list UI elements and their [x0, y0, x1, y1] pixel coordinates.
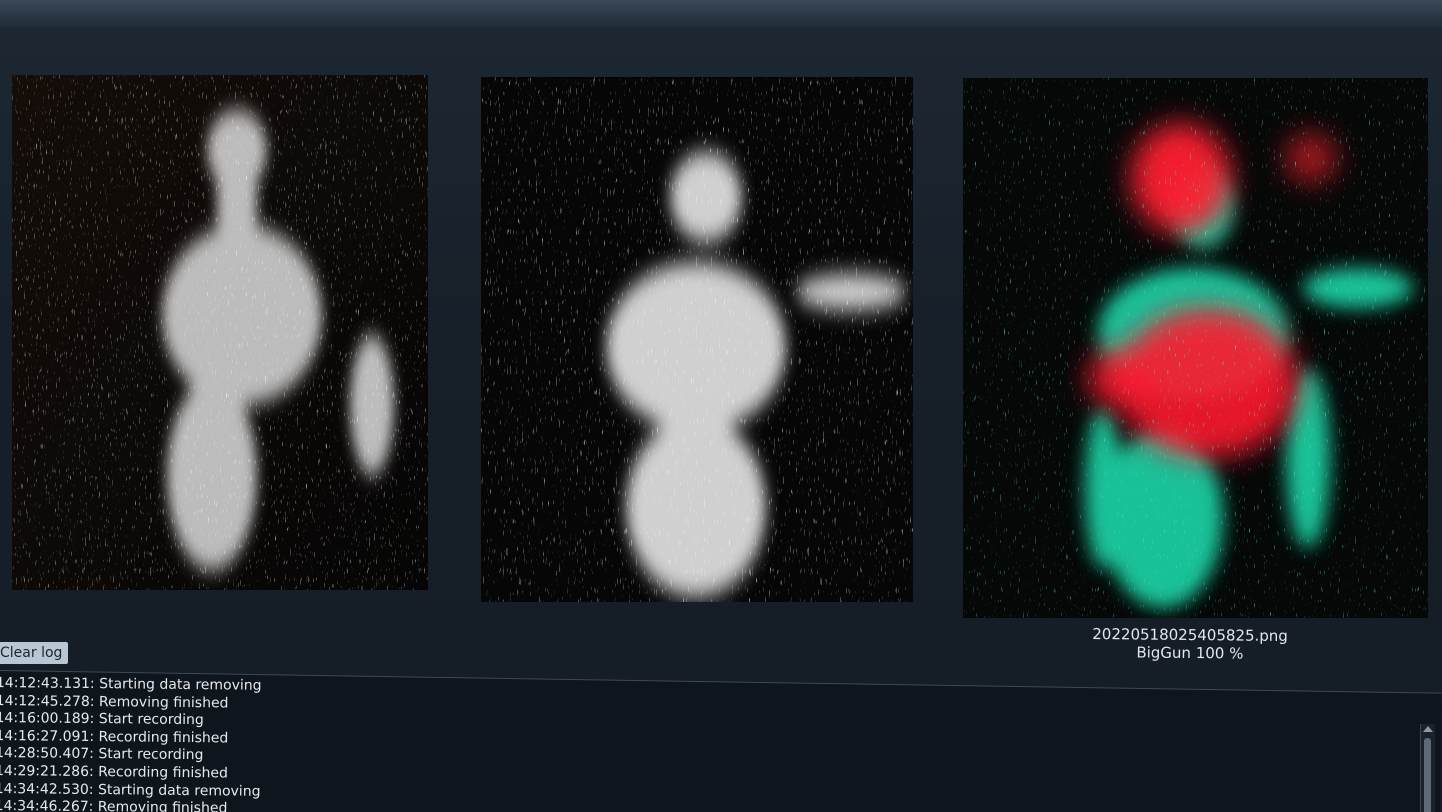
- log-entry: 14:34:46.267: Removing finished: [0, 798, 228, 812]
- chevron-up-icon[interactable]: [1423, 726, 1433, 732]
- detection-heatmap-image: [963, 78, 1428, 618]
- detection-overlay-panel: [963, 78, 1428, 618]
- log-list: 14:12:43.131: Starting data removing 14:…: [0, 675, 262, 812]
- log-scrollbar-thumb[interactable]: [1424, 738, 1431, 812]
- result-detection-label: BigGun 100 %: [1136, 643, 1244, 663]
- raw-scan-side-image: [481, 77, 913, 602]
- log-entry: 14:12:43.131: Starting data removing: [0, 675, 262, 694]
- log-entry: 14:29:21.286: Recording finished: [0, 762, 229, 782]
- raw-scan-side-panel: [481, 77, 913, 602]
- raw-scan-front-image: [12, 75, 428, 590]
- scanner-app-window: 20220518025405825.png BigGun 100 % Clear…: [0, 0, 1442, 812]
- window-top-bar: [0, 0, 1442, 28]
- detection-caption: 20220518025405825.png BigGun 100 %: [1030, 624, 1350, 663]
- clear-log-button[interactable]: Clear log: [0, 642, 69, 664]
- log-scrollbar[interactable]: [1420, 724, 1435, 812]
- raw-scan-front-panel: [12, 75, 428, 590]
